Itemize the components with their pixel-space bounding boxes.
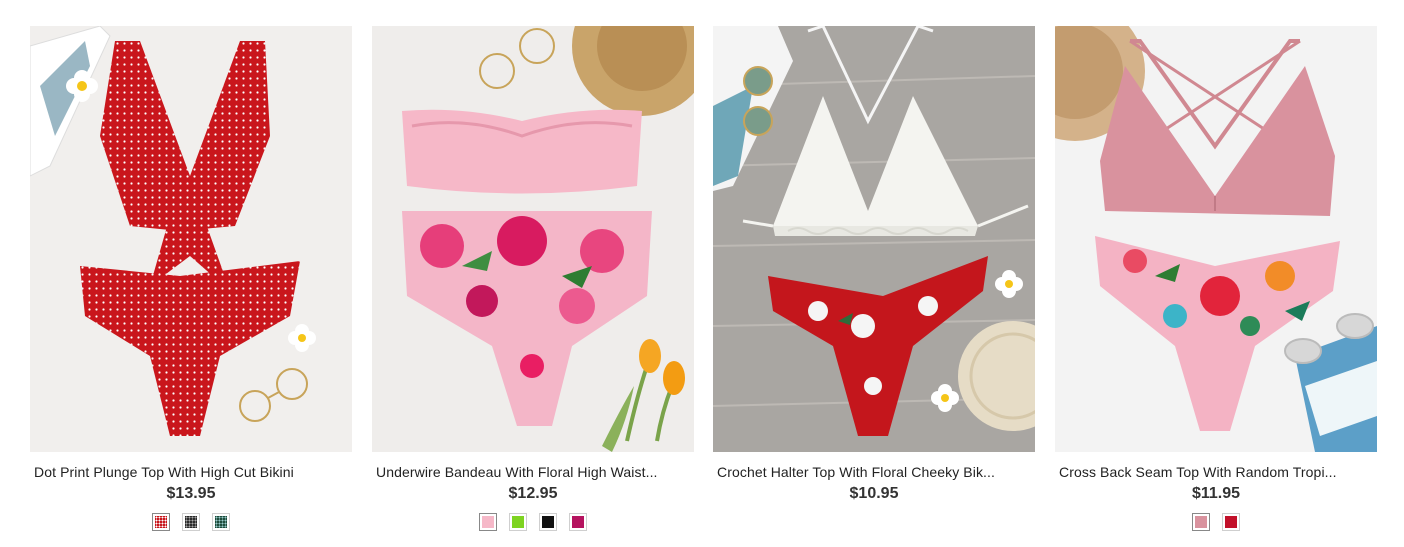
product-price: $11.95	[1191, 485, 1241, 502]
color-swatch-green-dot[interactable]	[212, 513, 230, 531]
product-card[interactable]: Dot Print Plunge Top With High Cut Bikin…	[30, 26, 352, 531]
product-card[interactable]: Underwire Bandeau With Floral High Waist…	[372, 26, 694, 531]
color-swatches	[30, 513, 352, 531]
color-swatch-black-dot[interactable]	[182, 513, 200, 531]
product-price: $13.95	[166, 485, 216, 502]
color-swatch-magenta[interactable]	[569, 513, 587, 531]
product-price: $12.95	[508, 485, 558, 502]
product-title[interactable]: Underwire Bandeau With Floral High Waist…	[376, 464, 676, 480]
product-grid: Dot Print Plunge Top With High Cut Bikin…	[0, 0, 1404, 547]
color-swatch-black[interactable]	[539, 513, 557, 531]
product-image[interactable]	[1055, 26, 1377, 452]
product-image[interactable]	[372, 26, 694, 452]
product-card[interactable]: Cross Back Seam Top With Random Tropi...…	[1055, 26, 1377, 531]
product-title[interactable]: Crochet Halter Top With Floral Cheeky Bi…	[717, 464, 1017, 480]
product-title[interactable]: Dot Print Plunge Top With High Cut Bikin…	[34, 464, 334, 480]
color-swatch-pink[interactable]	[479, 513, 497, 531]
color-swatches	[372, 513, 694, 531]
product-price: $10.95	[849, 485, 899, 502]
product-card[interactable]: Crochet Halter Top With Floral Cheeky Bi…	[713, 26, 1035, 502]
color-swatch-lime[interactable]	[509, 513, 527, 531]
product-image[interactable]	[713, 26, 1035, 452]
product-image[interactable]	[30, 26, 352, 452]
color-swatch-red-dot[interactable]	[152, 513, 170, 531]
color-swatch-red[interactable]	[1222, 513, 1240, 531]
color-swatch-dusty-pink[interactable]	[1192, 513, 1210, 531]
product-title[interactable]: Cross Back Seam Top With Random Tropi...	[1059, 464, 1359, 480]
color-swatches	[1055, 513, 1377, 531]
